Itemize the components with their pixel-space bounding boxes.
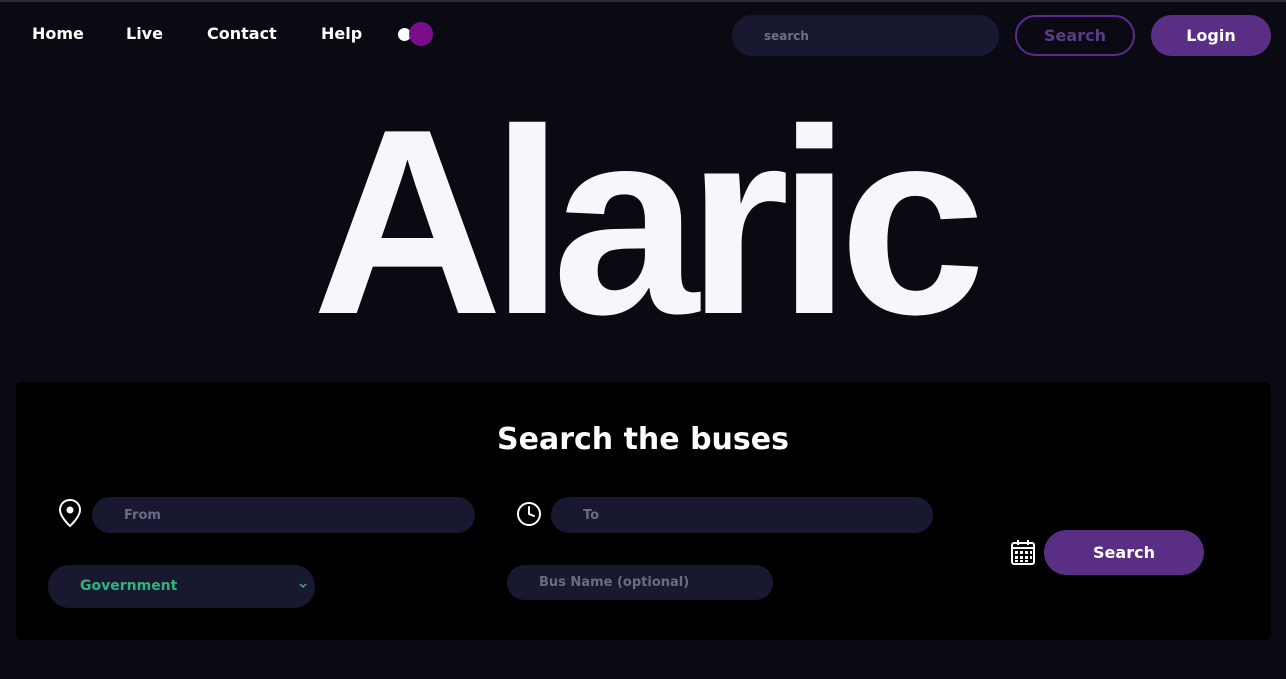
- nav-search-button[interactable]: Search: [1015, 15, 1135, 56]
- search-buses-button[interactable]: Search: [1044, 530, 1204, 575]
- hero-title: Alaric: [312, 74, 986, 369]
- location-pin-icon: [57, 498, 83, 532]
- nav-link-home[interactable]: Home: [32, 24, 84, 44]
- bus-type-selected-value: Government: [80, 578, 178, 594]
- toggle-track: [409, 22, 433, 46]
- bus-type-select[interactable]: Government: [48, 565, 315, 608]
- nav-search-input[interactable]: [732, 15, 999, 56]
- top-navbar: Home Live Contact Help Search Login: [0, 2, 1286, 64]
- calendar-icon[interactable]: [1010, 538, 1036, 570]
- login-button[interactable]: Login: [1151, 15, 1271, 56]
- search-panel-title: Search the buses: [497, 422, 789, 457]
- bus-name-input[interactable]: [507, 565, 773, 600]
- from-input[interactable]: [92, 497, 475, 533]
- clock-icon: [515, 500, 543, 532]
- nav-link-help[interactable]: Help: [321, 24, 362, 44]
- chevron-down-icon: [297, 565, 309, 626]
- nav-link-contact[interactable]: Contact: [207, 24, 277, 44]
- to-input[interactable]: [551, 497, 933, 533]
- theme-toggle[interactable]: [398, 22, 434, 46]
- nav-link-live[interactable]: Live: [126, 24, 163, 44]
